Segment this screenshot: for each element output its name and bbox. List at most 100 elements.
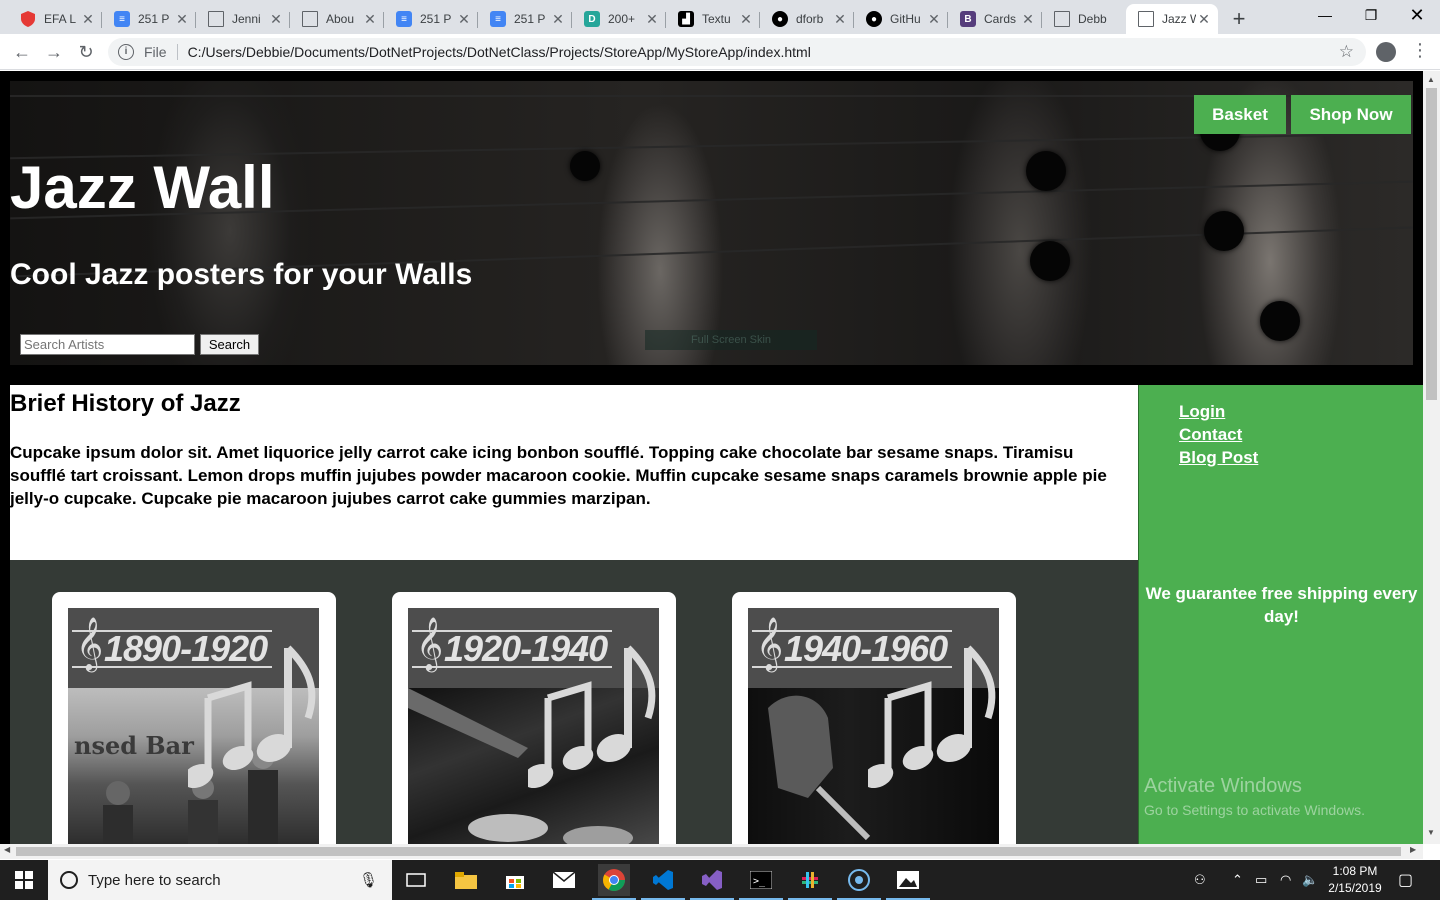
browser-tab[interactable]: Jenni ✕ (196, 4, 290, 34)
scroll-up-icon[interactable]: ▲ (1427, 75, 1435, 84)
browser-tab[interactable]: ● GitHu ✕ (854, 4, 948, 34)
shop-now-button[interactable]: Shop Now (1291, 95, 1411, 134)
scroll-right-icon[interactable]: ▶ (1410, 845, 1416, 854)
task-view-icon[interactable] (400, 864, 432, 896)
browser-tab-active[interactable]: Jazz W ✕ (1126, 4, 1218, 34)
visual-studio-icon[interactable] (690, 864, 734, 900)
app-icon[interactable] (837, 864, 881, 900)
poster-image[interactable]: 𝄞 1920-1940 (408, 608, 659, 844)
browser-tab[interactable]: Abou ✕ (290, 4, 384, 34)
store-icon[interactable] (499, 864, 531, 896)
notifications-icon[interactable]: ▢ (1398, 860, 1413, 900)
battery-icon[interactable]: ▭ (1255, 860, 1267, 900)
info-icon[interactable]: i (118, 44, 134, 60)
vscode-icon[interactable] (641, 864, 685, 900)
close-tab-icon[interactable]: ✕ (832, 11, 848, 28)
d-icon: D (584, 11, 600, 27)
close-tab-icon[interactable]: ✕ (1196, 11, 1212, 28)
watermark-line-2: Go to Settings to activate Windows. (1144, 802, 1365, 818)
close-tab-icon[interactable]: ✕ (738, 11, 754, 28)
basket-button[interactable]: Basket (1194, 95, 1286, 134)
address-bar[interactable]: i File C:/Users/Debbie/Documents/DotNetP… (108, 38, 1366, 66)
new-tab-icon[interactable]: + (1228, 6, 1250, 32)
browser-tab[interactable]: EFA L ✕ (8, 4, 102, 34)
vertical-scrollbar[interactable]: ▲ ▼ (1423, 71, 1440, 844)
scrollbar-thumb[interactable] (1426, 88, 1437, 400)
browser-tab[interactable]: ≡ 251 P ✕ (102, 4, 196, 34)
taskbar-search[interactable]: Type here to search 🎙 (48, 860, 392, 900)
system-clock[interactable]: 1:08 PM 2/15/2019 (1320, 863, 1390, 897)
browser-tab[interactable]: ≡ 251 P ✕ (384, 4, 478, 34)
poster-image[interactable]: nsed Bar 𝄞 1890-1920 (68, 608, 319, 844)
show-hidden-icons[interactable]: ⌃ (1232, 860, 1243, 900)
scrollbar-thumb[interactable] (16, 847, 1401, 856)
account-icon[interactable] (1376, 42, 1396, 62)
divider (176, 44, 178, 60)
volume-icon[interactable]: 🔈 (1302, 860, 1318, 900)
horizontal-scrollbar[interactable]: ◀ ▶ (0, 844, 1423, 859)
browser-tab[interactable]: ▟ Textu ✕ (666, 4, 760, 34)
close-tab-icon[interactable]: ✕ (644, 11, 660, 28)
close-tab-icon[interactable]: ✕ (174, 11, 190, 28)
wifi-icon[interactable]: ◠ (1280, 860, 1291, 900)
poster-card[interactable]: 𝄞 1920-1940 (392, 592, 676, 844)
guitar-pickup-pole (1030, 241, 1070, 281)
close-tab-icon[interactable]: ✕ (456, 11, 472, 28)
browser-tab[interactable]: ≡ 251 P ✕ (478, 4, 572, 34)
login-link[interactable]: Login (1179, 402, 1225, 422)
browser-tab[interactable]: ● dforb ✕ (760, 4, 854, 34)
terminal-icon[interactable]: >_ (739, 864, 783, 900)
hero-header: Jazz Wall Cool Jazz posters for your Wal… (10, 81, 1413, 365)
close-tab-icon[interactable]: ✕ (1020, 11, 1036, 28)
full-screen-skin-button[interactable]: Full Screen Skin (645, 330, 817, 350)
tab-title: Jazz W (1162, 12, 1196, 26)
guitar-pickup-pole (570, 151, 600, 181)
page-icon (302, 11, 318, 27)
tab-title: Debb (1078, 12, 1107, 26)
svg-text:nsed Bar: nsed Bar (74, 731, 194, 760)
blog-post-link[interactable]: Blog Post (1179, 448, 1258, 468)
scroll-left-icon[interactable]: ◀ (4, 845, 10, 854)
poster-card[interactable]: nsed Bar 𝄞 1890-1920 (52, 592, 336, 844)
photos-icon[interactable] (886, 864, 930, 900)
contact-link[interactable]: Contact (1179, 425, 1242, 445)
bookmark-star-icon[interactable]: ☆ (1339, 42, 1354, 62)
close-tab-icon[interactable]: ✕ (362, 11, 378, 28)
chrome-icon[interactable] (592, 864, 636, 900)
close-tab-icon[interactable]: ✕ (80, 11, 96, 28)
people-icon[interactable]: ⚇ (1194, 860, 1206, 900)
mail-icon[interactable] (548, 864, 580, 896)
close-tab-icon[interactable]: ✕ (926, 11, 942, 28)
minimize-icon[interactable]: — (1302, 0, 1348, 30)
windows-start-icon[interactable] (0, 860, 48, 900)
close-tab-icon[interactable]: ✕ (268, 11, 284, 28)
search-button[interactable]: Search (200, 334, 259, 355)
history-section: Brief History of Jazz Cupcake ipsum dolo… (10, 385, 1138, 560)
slack-icon[interactable] (788, 864, 832, 900)
microphone-icon[interactable]: 🎙 (359, 871, 378, 889)
browser-tab[interactable]: B Cards ✕ (948, 4, 1042, 34)
treble-clef-icon: 𝄞 (756, 616, 784, 670)
search-artists-input[interactable] (20, 334, 195, 355)
free-shipping-promo: We guarantee free shipping every day! (1145, 584, 1418, 626)
windows-taskbar: Type here to search 🎙 >_ ⚇ ⌃ ▭ ◠ 🔈 1:08 … (0, 860, 1440, 900)
back-icon[interactable]: ← (10, 40, 34, 64)
reload-icon[interactable]: ↻ (74, 40, 98, 64)
taskbar-search-placeholder: Type here to search (88, 871, 221, 889)
browser-tab[interactable]: D 200+ ✕ (572, 4, 666, 34)
poster-image[interactable]: 𝄞 1940-1960 (748, 608, 999, 844)
close-window-icon[interactable]: ✕ (1394, 0, 1440, 30)
forward-icon[interactable]: → (42, 40, 66, 64)
browser-tab[interactable]: Debb (1042, 4, 1126, 34)
menu-kebab-icon[interactable]: ⋮ (1411, 40, 1429, 61)
poster-card[interactable]: 𝄞 1940-1960 (732, 592, 1016, 844)
file-explorer-icon[interactable] (450, 864, 482, 896)
activate-windows-watermark: Activate Windows Go to Settings to activ… (1144, 775, 1365, 818)
restore-icon[interactable]: ❐ (1348, 0, 1394, 30)
tab-title: 251 P (420, 12, 452, 26)
tab-title: EFA L (44, 12, 77, 26)
close-tab-icon[interactable]: ✕ (550, 11, 566, 28)
svg-text:>_: >_ (753, 876, 766, 887)
url-text[interactable]: C:/Users/Debbie/Documents/DotNetProjects… (188, 44, 811, 60)
scroll-down-icon[interactable]: ▼ (1427, 828, 1435, 837)
